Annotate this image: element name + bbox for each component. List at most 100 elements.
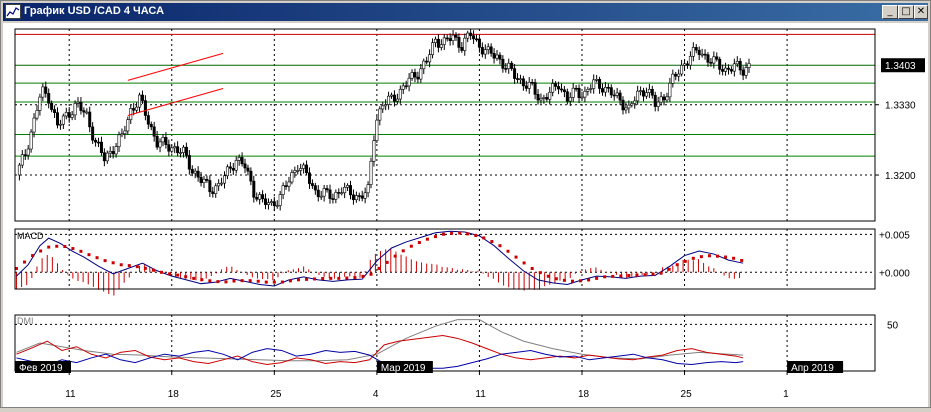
macd-signal-dot <box>740 258 744 262</box>
candle-body <box>712 56 716 64</box>
macd-signal-dot <box>31 254 35 258</box>
candle-body <box>255 196 259 200</box>
macd-signal-dot <box>611 274 615 278</box>
macd-signal-dot <box>635 273 639 277</box>
candle-body <box>319 195 323 198</box>
macd-signal-dot <box>433 235 437 239</box>
macd-signal-dot <box>95 256 99 260</box>
day-tick-label: 11 <box>65 389 76 400</box>
macd-signal-dot <box>288 279 292 283</box>
grid-lines <box>15 29 875 371</box>
dmi-label: DMI <box>17 316 34 326</box>
macd-signal-dot <box>377 266 381 270</box>
macd-signal-dot <box>55 244 59 248</box>
month-label: Фев 2019 <box>19 363 63 374</box>
candle-body <box>23 154 27 156</box>
window-titlebar[interactable]: График USD /CAD 4 ЧАСА _ □ ✕ <box>3 3 928 21</box>
candle-body <box>636 90 640 102</box>
macd-signal-dot <box>603 275 607 279</box>
candle-body <box>615 92 619 96</box>
candle-body <box>50 102 54 110</box>
candle-body <box>630 103 634 106</box>
candle-body <box>99 141 103 153</box>
candle-body <box>384 104 388 107</box>
candle-body <box>644 92 648 97</box>
macd-signal-dot <box>272 280 276 284</box>
candle-body <box>703 53 707 56</box>
candle-body <box>598 79 602 89</box>
candle-body <box>258 194 262 200</box>
macd-signal-dot <box>168 272 172 276</box>
candle-body <box>41 86 45 98</box>
macd-signal-dot <box>450 231 454 235</box>
candle-body <box>732 63 736 72</box>
candle-body <box>633 100 637 104</box>
close-button[interactable]: ✕ <box>914 5 928 19</box>
candle-body <box>67 112 71 118</box>
maximize-button[interactable]: □ <box>898 5 914 19</box>
candle-body <box>261 194 265 200</box>
candle-body <box>275 205 279 207</box>
candle-body <box>677 73 681 77</box>
candle-body <box>94 139 98 143</box>
candle-body <box>466 32 470 39</box>
candle-body <box>346 185 350 188</box>
macd-signal-dot <box>296 278 300 282</box>
candle-body <box>264 198 268 205</box>
macd-signal-dot <box>659 271 663 275</box>
dmi-panel: DMI <box>16 316 744 369</box>
candle-body <box>58 123 62 126</box>
minimize-button[interactable]: _ <box>882 5 898 19</box>
macd-signal-dot <box>683 259 687 263</box>
macd-signal-dot <box>393 254 397 258</box>
candle-body <box>76 101 80 104</box>
candle-body <box>688 55 692 66</box>
macd-signal-dot <box>127 264 131 268</box>
candle-body <box>217 183 221 187</box>
candle-body <box>73 103 77 116</box>
candle-body <box>548 91 552 100</box>
candle-body <box>419 68 423 80</box>
close-icon: ✕ <box>916 6 926 17</box>
candle-body <box>662 96 666 101</box>
macd-signal-dot <box>87 253 91 257</box>
candle-body <box>454 34 458 38</box>
candle-body <box>589 88 593 90</box>
macd-signal-dot <box>442 232 446 236</box>
candle-body <box>214 185 218 194</box>
day-tick-label: 25 <box>681 389 693 400</box>
candle-body <box>184 146 188 156</box>
macd-signal-dot <box>345 276 349 280</box>
chart-window: График USD /CAD 4 ЧАСА _ □ ✕ MACD DMI 1.… <box>0 0 931 408</box>
candle-body <box>196 170 200 178</box>
candle-body <box>416 76 420 80</box>
candle-body <box>451 34 455 41</box>
month-label: Апр 2019 <box>791 363 834 374</box>
candle-body <box>53 109 57 113</box>
candle-body <box>545 97 549 100</box>
candle-body <box>375 119 379 141</box>
candle-body <box>108 150 112 154</box>
candle-body <box>524 85 528 89</box>
chart-area[interactable]: MACD DMI 1.3330 1.3200 1.3403 +0.005 +0.000 5… <box>3 23 928 407</box>
candle-body <box>305 164 309 174</box>
candle-body <box>17 164 21 176</box>
macd-signal-dot <box>458 231 462 235</box>
candle-body <box>721 69 725 72</box>
macd-signal-dot <box>361 274 365 278</box>
chart-window-icon <box>5 4 21 19</box>
candle-body <box>665 96 669 101</box>
candle-body <box>489 46 493 54</box>
macd-main-line <box>16 230 744 287</box>
macd-signal-dot <box>587 278 591 282</box>
candle-body <box>366 184 370 194</box>
candle-body <box>381 105 385 110</box>
macd-signal-dot <box>538 271 542 275</box>
candle-body <box>372 140 376 162</box>
candle-body <box>694 47 698 51</box>
macd-signal-dot <box>135 265 139 269</box>
macd-signal-dot <box>482 236 486 240</box>
candle-body <box>284 185 288 187</box>
macd-signal-dot <box>570 279 574 283</box>
candle-body <box>47 93 51 104</box>
